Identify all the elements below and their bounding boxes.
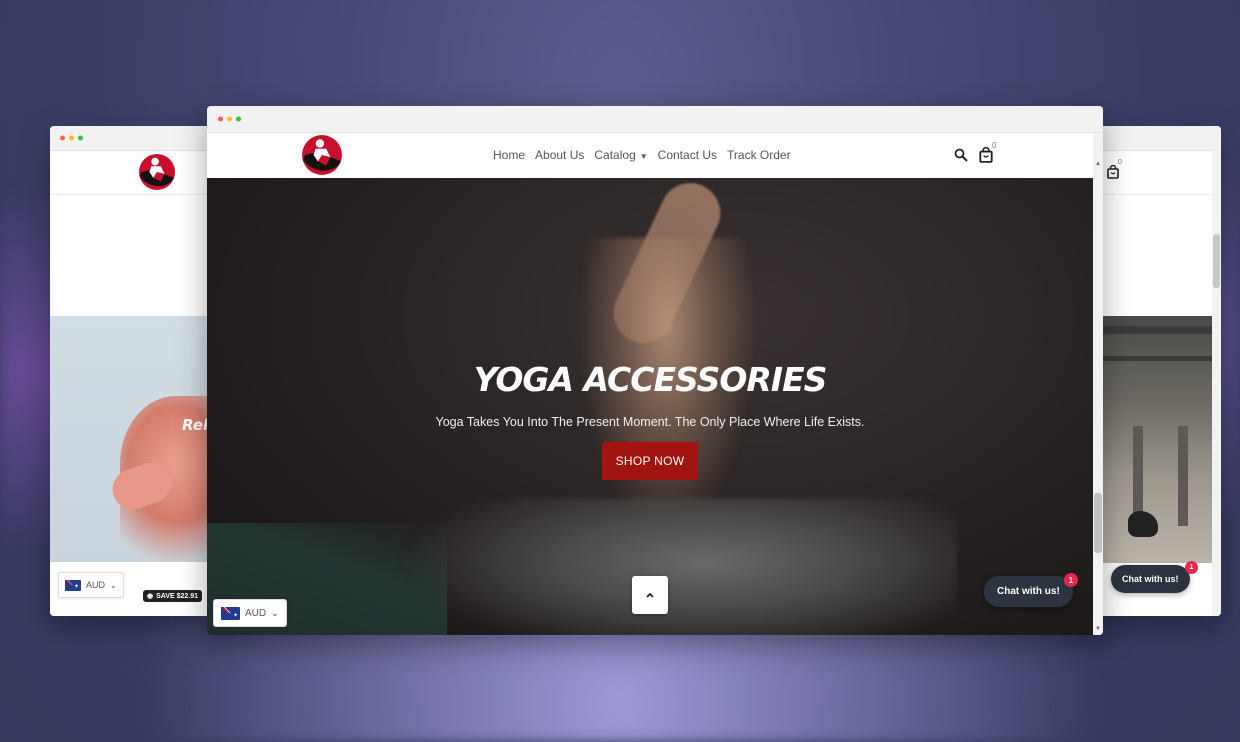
search-icon[interactable] xyxy=(954,148,968,162)
save-badge: ◉ SAVE $22.91 xyxy=(143,590,203,602)
shop-now-button[interactable]: SHOP NOW xyxy=(602,442,698,480)
right-titlebar xyxy=(1085,126,1221,151)
maximize-dot[interactable] xyxy=(236,116,241,122)
minimize-dot[interactable] xyxy=(69,135,74,141)
australia-flag-icon xyxy=(65,579,81,591)
nav-item-home[interactable]: Home xyxy=(493,148,525,162)
bridge-beam xyxy=(1103,326,1212,334)
chevron-down-icon: ⌄ xyxy=(271,607,279,618)
scrollbar[interactable] xyxy=(1212,150,1221,616)
scrollbar-thumb[interactable] xyxy=(1213,234,1220,288)
close-dot[interactable] xyxy=(60,135,65,141)
nav-item-contact-us[interactable]: Contact Us xyxy=(658,148,717,162)
nav-item-track-order[interactable]: Track Order xyxy=(727,148,791,162)
pillar xyxy=(1178,426,1188,526)
maximize-dot[interactable] xyxy=(78,135,83,141)
tag-icon: ◉ xyxy=(147,593,154,600)
chevron-down-icon: ⌄ xyxy=(110,580,117,590)
site-header: Home About Us Catalog ▼ Contact Us Track … xyxy=(207,133,1093,178)
cart-count: 0 xyxy=(992,141,997,150)
cart-icon[interactable] xyxy=(979,147,993,163)
window-controls xyxy=(60,135,83,141)
logo-icon[interactable] xyxy=(138,153,176,191)
hero-title: YOGA ACCESSORIES xyxy=(473,360,828,399)
chat-badge: 1 xyxy=(1185,561,1198,574)
scroll-up-arrow-icon[interactable]: ▲ xyxy=(1095,161,1101,167)
left-hero-text: Rel xyxy=(182,416,209,434)
chat-button[interactable]: Chat with us! xyxy=(1111,565,1190,593)
right-site-header: 0 xyxy=(1085,151,1221,195)
currency-label: AUD xyxy=(245,607,267,619)
left-browser-window: Rel AUD ⌄ ◉ SAVE $22.91 xyxy=(50,126,225,616)
nav-item-about-us[interactable]: About Us xyxy=(535,148,584,162)
cart-count: 0 xyxy=(1118,159,1122,166)
scrollbar-thumb[interactable] xyxy=(1094,493,1102,553)
scrollbar[interactable]: ▲ ▼ xyxy=(1093,133,1103,635)
cart-icon[interactable] xyxy=(1107,165,1119,179)
hero-figure-legs xyxy=(397,498,957,635)
bridge-beam xyxy=(1103,356,1212,361)
logo-icon[interactable] xyxy=(301,134,343,176)
main-nav: Home About Us Catalog ▼ Contact Us Track … xyxy=(493,148,791,162)
australia-flag-icon xyxy=(221,606,240,620)
left-blank-area xyxy=(50,195,225,316)
chat-badge: 1 xyxy=(1064,573,1078,587)
left-footer: AUD ⌄ ◉ SAVE $22.91 xyxy=(50,562,225,616)
chevron-up-icon xyxy=(646,592,654,598)
currency-selector[interactable]: AUD ⌄ xyxy=(58,572,124,598)
left-hero-image: Rel xyxy=(50,316,225,563)
right-browser-window: 0 Chat with us! 1 xyxy=(1085,126,1221,616)
left-site-header xyxy=(50,151,225,195)
save-badge-label: SAVE $22.91 xyxy=(156,592,199,600)
minimize-dot[interactable] xyxy=(227,116,232,122)
currency-label: AUD xyxy=(86,580,106,590)
left-titlebar xyxy=(50,126,225,151)
nav-item-catalog[interactable]: Catalog ▼ xyxy=(594,148,647,162)
hero-subtitle: Yoga Takes You Into The Present Moment. … xyxy=(435,415,865,429)
scroll-down-arrow-icon[interactable]: ▼ xyxy=(1095,626,1101,632)
nav-item-catalog-label: Catalog xyxy=(594,148,636,162)
scroll-to-top-button[interactable] xyxy=(632,576,668,614)
close-dot[interactable] xyxy=(218,116,223,122)
chevron-down-icon: ▼ xyxy=(639,152,648,161)
main-titlebar xyxy=(207,106,1103,133)
shoe xyxy=(1128,511,1158,537)
main-browser-window: Home About Us Catalog ▼ Contact Us Track … xyxy=(207,106,1103,635)
window-controls xyxy=(218,116,241,122)
chat-button[interactable]: Chat with us! xyxy=(984,576,1073,607)
currency-selector[interactable]: AUD ⌄ xyxy=(213,599,287,627)
hero-banner: YOGA ACCESSORIES Yoga Takes You Into The… xyxy=(207,178,1093,635)
right-hero-image xyxy=(1103,316,1212,563)
